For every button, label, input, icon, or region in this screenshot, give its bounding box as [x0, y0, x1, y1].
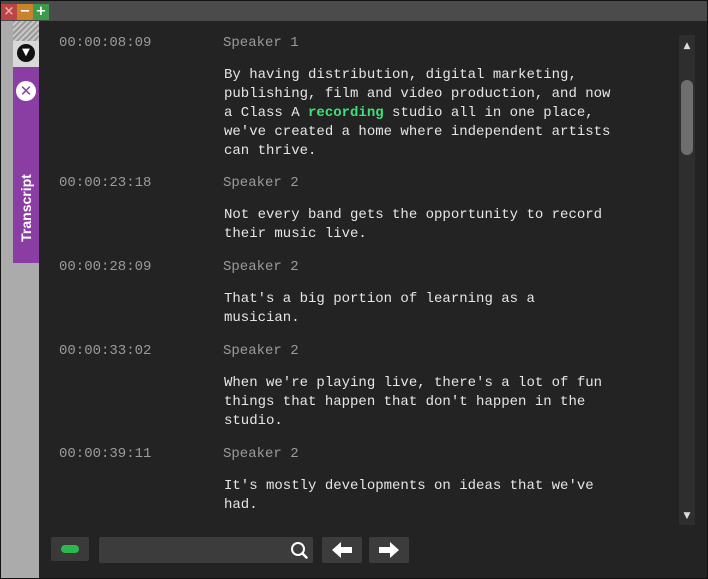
scroll-down-icon[interactable]: ▼ — [682, 511, 692, 521]
transcript-text: Not every band gets the opportunity to r… — [224, 207, 603, 242]
scroll-up-icon[interactable]: ▲ — [682, 41, 692, 51]
sidebar: ▼ ✕ Transcript — [1, 21, 39, 578]
search-box — [99, 537, 313, 563]
search-input[interactable] — [103, 540, 287, 562]
transcript-text: By having distribution, digital marketin… — [224, 67, 611, 159]
speaker-label: Speaker 2 — [223, 175, 299, 191]
maximize-window-button[interactable]: + — [33, 4, 49, 20]
close-tab-icon[interactable]: ✕ — [16, 81, 36, 101]
transcript-text: It's mostly developments on ideas that w… — [224, 478, 594, 513]
arrow-left-icon — [332, 542, 352, 558]
close-window-button[interactable]: × — [1, 4, 17, 20]
previous-result-button[interactable] — [322, 537, 362, 563]
timestamp[interactable]: 00:00:08:09 — [59, 35, 151, 51]
next-result-button[interactable] — [369, 537, 409, 563]
timestamp[interactable]: 00:00:39:11 — [59, 446, 151, 462]
transcript-text: That's a big portion of learning as a mu… — [224, 291, 535, 326]
speaker-label: Speaker 2 — [223, 259, 299, 275]
speaker-label: Speaker 2 — [223, 446, 299, 462]
speaker-label: Speaker 2 — [223, 343, 299, 359]
search-highlight: recording — [308, 105, 384, 121]
minimize-window-button[interactable]: − — [17, 4, 33, 20]
speaker-label: Speaker 1 — [223, 35, 299, 51]
search-icon[interactable] — [290, 541, 308, 559]
panel-menu-icon[interactable]: ▼ — [17, 44, 35, 62]
transcript-text: When we're playing live, there's a lot o… — [224, 375, 603, 429]
sync-toggle-icon — [61, 545, 79, 553]
bottom-toolbar — [39, 529, 707, 574]
drag-grip[interactable] — [13, 21, 39, 41]
arrow-right-icon — [379, 542, 399, 558]
timestamp[interactable]: 00:00:28:09 — [59, 259, 151, 275]
transcript-window: × − + ▼ ✕ Transcript 00:00:08:09 Speaker… — [0, 0, 708, 579]
vertical-scrollbar[interactable]: ▲ ▼ — [679, 35, 695, 525]
timestamp[interactable]: 00:00:23:18 — [59, 175, 151, 191]
title-bar: × − + — [1, 1, 707, 21]
scrollbar-thumb[interactable] — [681, 80, 693, 155]
timestamp[interactable]: 00:00:33:02 — [59, 343, 151, 359]
transcript-tab-label: Transcript — [18, 174, 34, 242]
transcript-list: 00:00:08:09 Speaker 1 By having distribu… — [39, 21, 679, 525]
sync-toggle-button[interactable] — [51, 537, 89, 561]
